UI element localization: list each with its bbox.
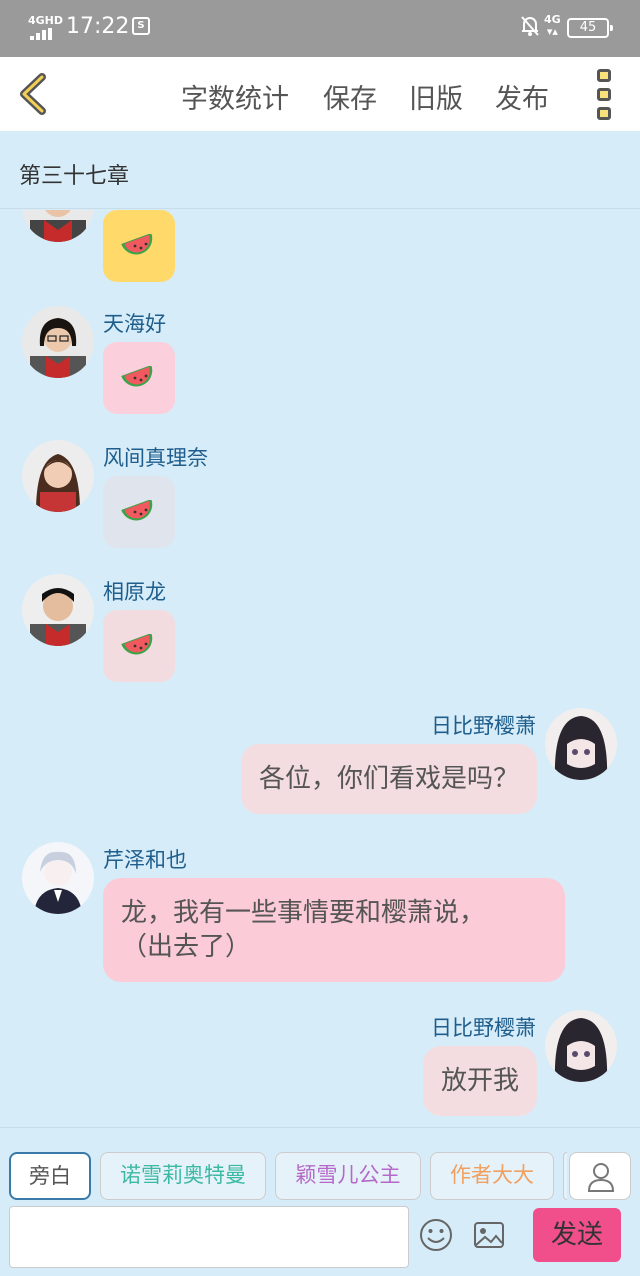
save-button[interactable]: 保存 [323,77,377,116]
word-count-button[interactable]: 字数统计 [181,77,289,116]
network-4g: 4G ▾▴ [544,13,561,38]
sender-name: 天海好 [103,312,166,336]
sender-name: 芹泽和也 [103,848,187,872]
battery-icon: 45 [567,18,613,38]
message-text-line: （出去了） [121,932,252,962]
send-button[interactable]: 发送 [533,1208,621,1262]
chip-narration[interactable]: 旁白 [9,1152,91,1200]
avatar[interactable] [22,574,94,646]
message-text: 各位，你们看戏是吗？ [258,764,519,794]
menu-dots-icon[interactable] [592,69,616,121]
chip-character[interactable]: 颖雪儿公主 [275,1152,421,1200]
input-row: 发送 [0,1203,640,1276]
network-type: 4GHD [28,14,64,27]
avatar[interactable] [22,842,94,914]
editor-header: 字数统计 保存 旧版 发布 [0,57,640,131]
chat-area[interactable]: 天海好 风间真理奈 相原龙 日比野樱萧 各位，你们看戏是吗？ 芹泽和也 龙，我有… [0,210,640,1126]
image-icon[interactable] [472,1218,506,1252]
chip-character[interactable]: 诺雪莉奥特曼 [100,1152,266,1200]
sender-name: 日比野樱萧 [431,714,536,738]
message-bubble[interactable]: 龙，我有一些事情要和樱萧说， （出去了） [103,878,565,982]
avatar[interactable] [22,440,94,512]
character-selector: 旁白 诺雪莉奥特曼 颖雪儿公主 作者大大 [0,1127,640,1203]
app-notification-icon: S [132,17,150,35]
publish-button[interactable]: 发布 [495,77,549,116]
watermelon-icon [121,234,153,255]
avatar[interactable] [22,210,94,242]
watermelon-sticker[interactable] [103,210,175,282]
chip-partial [563,1152,567,1200]
watermelon-sticker[interactable] [103,476,175,548]
old-version-button[interactable]: 旧版 [409,77,463,116]
back-chevron-icon[interactable] [14,71,54,117]
sender-name: 相原龙 [103,580,166,604]
emoji-icon[interactable] [419,1218,453,1252]
add-character-button[interactable] [569,1152,631,1200]
sender-name: 日比野樱萧 [431,1016,536,1040]
watermelon-sticker[interactable] [103,342,175,414]
watermelon-icon [121,366,153,387]
chapter-bar: 第三十七章 [0,131,640,209]
message-bubble[interactable]: 放开我 [422,1046,537,1116]
watermelon-icon [121,634,153,655]
mute-bell-icon [521,16,539,36]
chapter-title[interactable]: 第三十七章 [19,158,129,190]
watermelon-icon [121,500,153,521]
avatar[interactable] [22,306,94,378]
signal-icon [30,28,58,40]
watermelon-sticker[interactable] [103,610,175,682]
message-bubble[interactable]: 各位，你们看戏是吗？ [240,744,537,814]
chip-author[interactable]: 作者大大 [430,1152,554,1200]
sender-name: 风间真理奈 [103,446,208,470]
person-icon [587,1163,615,1192]
avatar[interactable] [545,708,617,780]
clock: 17:22 [66,14,130,39]
message-text: 放开我 [440,1066,519,1096]
message-text-line: 龙，我有一些事情要和樱萧说， [121,898,486,928]
status-bar: 4GHD 17:22 S 4G ▾▴ 45 [0,0,640,57]
message-input[interactable] [9,1206,409,1268]
avatar[interactable] [545,1010,617,1082]
